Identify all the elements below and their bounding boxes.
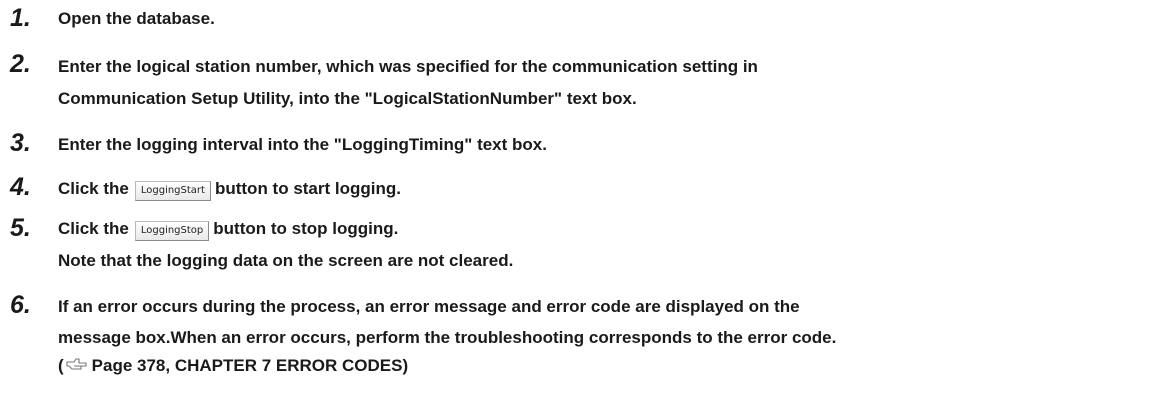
reference-close-paren: ) xyxy=(402,356,409,375)
step-text: Click the LoggingStop button to stop loggi… xyxy=(58,218,398,241)
procedure-steps: 1. Open the database. 2. Enter the logic… xyxy=(0,0,1170,414)
logging-start-button[interactable]: LoggingStart xyxy=(134,181,211,201)
page-reference[interactable]: ( Page 378, CHAPTER 7 ERROR CODES) xyxy=(58,355,408,377)
step-text: If an error occurs during the process, a… xyxy=(58,297,800,316)
step-text-after: button to stop logging. xyxy=(213,219,399,238)
step-number: 5. xyxy=(10,214,31,242)
reference-open-paren: ( xyxy=(58,356,64,375)
logging-stop-button[interactable]: LoggingStop xyxy=(134,221,210,241)
step-text: Open the database. xyxy=(58,9,215,28)
step-text-after: button to start logging. xyxy=(214,179,401,198)
step-number: 1. xyxy=(10,4,31,32)
step-number: 6. xyxy=(10,291,31,319)
step-note: Note that the logging data on the screen… xyxy=(58,251,514,270)
step-number: 4. xyxy=(10,173,31,201)
step-number: 3. xyxy=(10,129,31,157)
reference-link-text[interactable]: Page 378, CHAPTER 7 ERROR CODES xyxy=(92,356,403,375)
step-number: 2. xyxy=(10,50,31,78)
page-reference-icon xyxy=(66,356,88,370)
step-text: Click the LoggingStart button to start log… xyxy=(58,178,401,201)
step-text: message box.When an error occurs, perfor… xyxy=(58,328,837,347)
step-text-before: Click the xyxy=(58,179,129,198)
step-text: Enter the logging interval into the "Log… xyxy=(58,135,547,154)
step-text: Enter the logical station number, which … xyxy=(58,57,758,76)
step-text-before: Click the xyxy=(58,219,129,238)
step-text: Communication Setup Utility, into the "L… xyxy=(58,89,637,108)
